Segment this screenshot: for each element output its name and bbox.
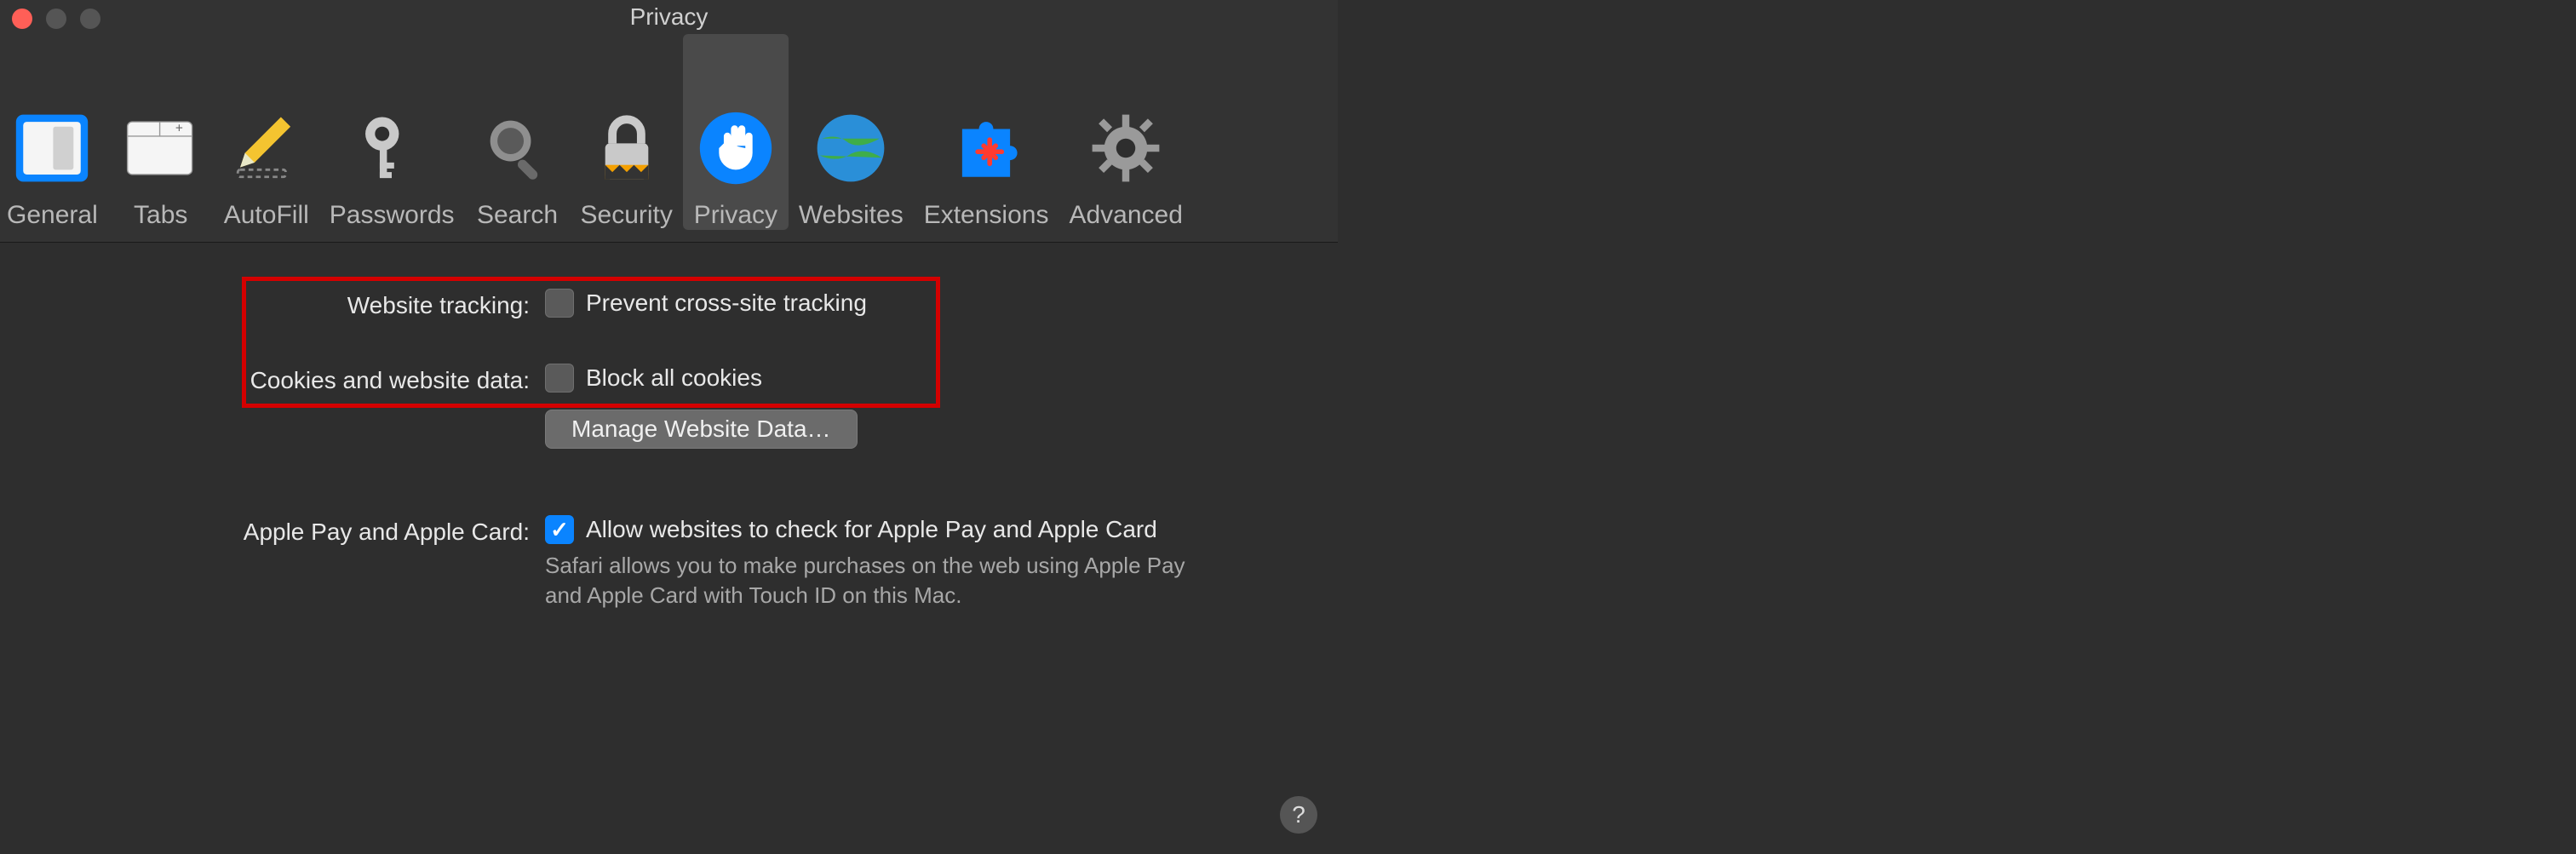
help-icon: ? (1292, 801, 1305, 828)
lock-icon (584, 106, 669, 191)
prevent-tracking-text: Prevent cross-site tracking (586, 289, 867, 317)
window-title: Privacy (630, 3, 709, 31)
toolbar-item-security[interactable]: Security (571, 34, 683, 230)
toolbar-label: Extensions (924, 201, 1049, 230)
toolbar-item-passwords[interactable]: Passwords (319, 34, 465, 230)
minimize-window-icon (46, 9, 66, 29)
switch-icon (9, 106, 95, 191)
tabs-icon: + (118, 106, 204, 191)
preferences-toolbar: General + Tabs AutoFill (0, 34, 1338, 243)
toolbar-label: Security (581, 201, 673, 230)
toolbar-label: Advanced (1069, 201, 1182, 230)
website-tracking-label: Website tracking: (0, 289, 545, 319)
toolbar-label: Privacy (694, 201, 777, 230)
gear-icon (1083, 106, 1168, 191)
zoom-window-icon (80, 9, 100, 29)
toolbar-label: Websites (799, 201, 904, 230)
hand-icon (693, 106, 778, 191)
applepay-label: Apple Pay and Apple Card: (0, 515, 545, 546)
key-icon (349, 106, 434, 191)
toolbar-item-advanced[interactable]: Advanced (1059, 34, 1192, 230)
manage-website-data-button[interactable]: Manage Website Data… (545, 410, 858, 449)
toolbar-label: Passwords (330, 201, 455, 230)
toolbar-label: General (7, 201, 98, 230)
close-window-icon[interactable] (12, 9, 32, 29)
puzzle-icon (944, 106, 1029, 191)
globe-icon (808, 106, 893, 191)
toolbar-label: AutoFill (224, 201, 309, 230)
toolbar-label: Search (477, 201, 558, 230)
window-traffic-lights (12, 9, 100, 29)
applepay-checkbox[interactable] (545, 515, 574, 544)
cookies-label: Cookies and website data: (0, 364, 545, 394)
magnifier-icon (475, 106, 560, 191)
svg-text:+: + (175, 122, 183, 136)
block-cookies-checkbox[interactable] (545, 364, 574, 393)
toolbar-item-extensions[interactable]: Extensions (914, 34, 1059, 230)
help-button[interactable]: ? (1280, 796, 1317, 834)
applepay-text: Allow websites to check for Apple Pay an… (586, 516, 1157, 543)
toolbar-item-tabs[interactable]: + Tabs (108, 34, 214, 230)
titlebar: Privacy (0, 0, 1338, 34)
pencil-icon (224, 106, 309, 191)
toolbar-item-general[interactable]: General (0, 34, 108, 230)
applepay-description: Safari allows you to make purchases on t… (545, 551, 1226, 610)
toolbar-item-privacy[interactable]: Privacy (683, 34, 789, 230)
prevent-tracking-checkbox[interactable] (545, 289, 574, 318)
toolbar-item-autofill[interactable]: AutoFill (214, 34, 319, 230)
block-cookies-text: Block all cookies (586, 364, 762, 392)
toolbar-item-websites[interactable]: Websites (789, 34, 914, 230)
toolbar-label: Tabs (134, 201, 187, 230)
content-area: Website tracking: Prevent cross-site tra… (0, 243, 1338, 610)
toolbar-item-search[interactable]: Search (465, 34, 571, 230)
